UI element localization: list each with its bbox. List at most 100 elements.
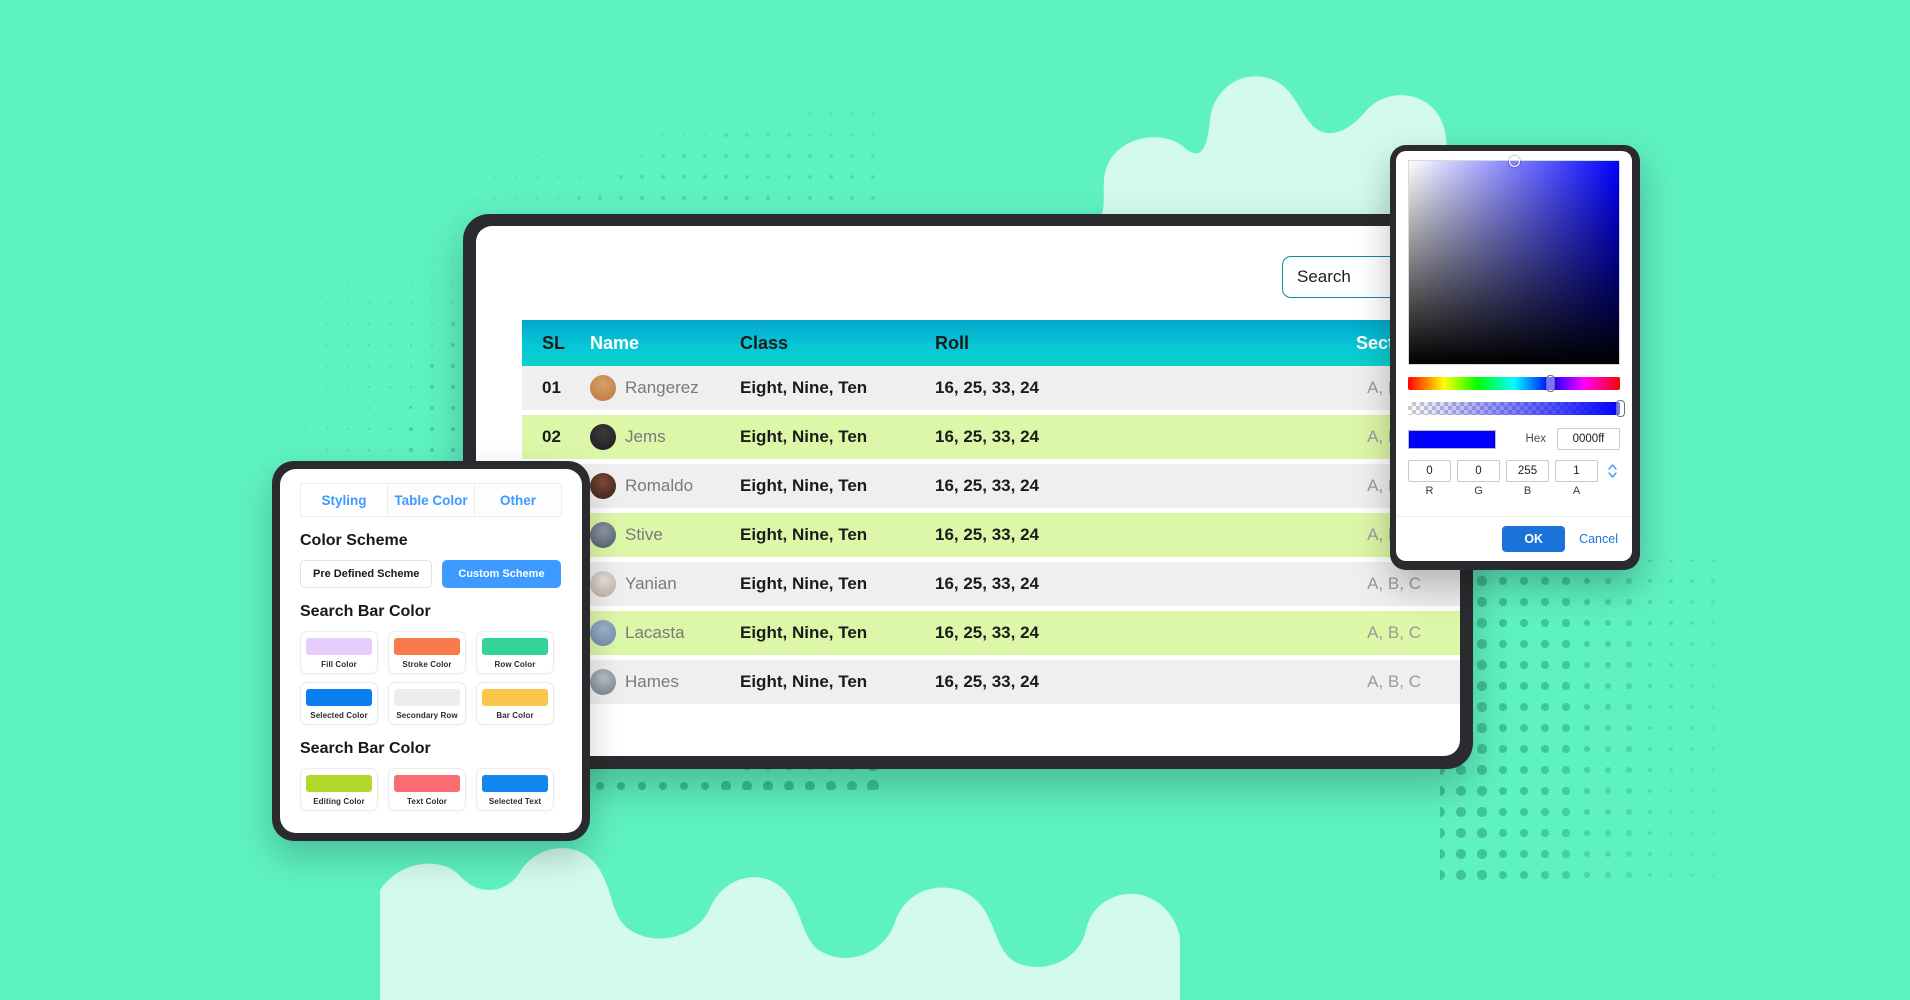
cell-roll: 16, 25, 33, 24 [935, 623, 1039, 642]
swatch-chip [482, 775, 548, 792]
chevron-updown-icon [1607, 464, 1617, 478]
swatch-label: Row Color [494, 660, 536, 669]
blue-input[interactable] [1506, 460, 1549, 482]
swatch-chip [306, 638, 372, 655]
custom-scheme-button[interactable]: Custom Scheme [442, 560, 561, 588]
table-row[interactable]: StiveEight, Nine, Ten16, 25, 33, 24A, B,… [522, 513, 1460, 557]
cancel-button[interactable]: Cancel [1579, 532, 1618, 546]
table-row[interactable]: 01 Rangerez Eight, Nine, Ten 16, 25, 33, 24… [522, 366, 1460, 410]
swatch-label: Editing Color [313, 797, 365, 806]
swatch-card-row-color[interactable]: Row Color [476, 631, 554, 674]
cell-class: Eight, Nine, Ten [740, 476, 868, 495]
swatch-card-secondary-row[interactable]: Secondary Row [388, 682, 466, 725]
swatch-card-fill-color[interactable]: Fill Color [300, 631, 378, 674]
hex-label: Hex [1525, 433, 1546, 445]
table-body: 01 Rangerez Eight, Nine, Ten 16, 25, 33, 24… [522, 366, 1460, 704]
cell-roll: 16, 25, 33, 24 [935, 378, 1039, 397]
cell-class: Eight, Nine, Ten [740, 427, 868, 446]
cell-name: Rangerez [590, 375, 740, 401]
swatch-card-stroke-color[interactable]: Stroke Color [388, 631, 466, 674]
table-row[interactable]: Hames Eight, Nine, Ten 16, 25, 33, 24 A, B,… [522, 660, 1460, 704]
tablet-screen: SL Name Class Roll Section 01 Rangerez Eig… [476, 226, 1460, 756]
alpha-slider-handle[interactable] [1615, 400, 1625, 417]
alpha-label: A [1572, 485, 1581, 497]
tab-other[interactable]: Other [475, 484, 561, 516]
table-row[interactable]: Romaldo Eight, Nine, Ten 16, 25, 33, 24 A, … [522, 464, 1460, 508]
channel-mode-stepper-icon[interactable] [1604, 460, 1620, 482]
cell-name: Lacasta [590, 620, 740, 646]
swatch-card-selected-text[interactable]: Selected Text [476, 768, 554, 811]
tab-styling[interactable]: Styling [301, 484, 388, 516]
hex-input[interactable] [1557, 428, 1620, 450]
hue-slider[interactable] [1408, 375, 1620, 392]
saturation-value-area[interactable] [1408, 155, 1620, 365]
swatch-label: Selected Text [488, 797, 542, 806]
channel-r: R [1408, 460, 1451, 497]
cell-name: Yanian [590, 571, 740, 597]
cell-roll: 16, 25, 33, 24 [935, 525, 1039, 544]
swatch-label: Text Color [407, 797, 447, 806]
student-name: Hames [625, 672, 679, 691]
cell-sl: 01 [542, 378, 561, 397]
cell-section: A, B, C [1367, 672, 1421, 691]
green-input[interactable] [1457, 460, 1500, 482]
color-picker-frame: Hex R G B A [1390, 145, 1640, 570]
swatch-label: Bar Color [496, 711, 534, 720]
cell-sl: 02 [542, 427, 561, 446]
saturation-handle[interactable] [1508, 155, 1520, 167]
tab-table-color[interactable]: Table Color [388, 484, 475, 516]
swatch-label: Secondary Row [396, 711, 458, 720]
column-header-sl: SL [542, 332, 566, 353]
swatch-row-2: Selected Color Secondary Row Bar Color [300, 682, 562, 725]
avatar-stive [590, 522, 616, 548]
cell-section: A, B, C [1367, 574, 1421, 593]
cell-name: Romaldo [590, 473, 740, 499]
student-name: Yanian [625, 574, 677, 593]
color-picker: Hex R G B A [1396, 151, 1632, 561]
table-row[interactable]: 02JemsEight, Nine, Ten16, 25, 33, 24A, B… [522, 415, 1460, 459]
swatch-card-text-color[interactable]: Text Color [388, 768, 466, 811]
hue-slider-handle[interactable] [1545, 375, 1555, 392]
red-label: R [1425, 485, 1434, 497]
cell-class: Eight, Nine, Ten [740, 574, 868, 593]
pre-defined-scheme-button[interactable]: Pre Defined Scheme [300, 560, 433, 588]
table-row[interactable]: Yanian Eight, Nine, Ten 16, 25, 33, 24 A, B… [522, 562, 1460, 606]
channel-g: G [1457, 460, 1500, 497]
cell-class: Eight, Nine, Ten [740, 378, 868, 397]
tablet-device-frame: SL Name Class Roll Section 01 Rangerez Eig… [463, 214, 1473, 769]
swatch-label: Selected Color [310, 711, 368, 720]
swatch-card-bar-color[interactable]: Bar Color [476, 682, 554, 725]
swatch-chip [394, 775, 460, 792]
cell-name: Jems [590, 424, 740, 450]
cell-roll: 16, 25, 33, 24 [935, 672, 1039, 691]
swatch-row-1: Fill Color Stroke Color Row Color [300, 631, 562, 674]
student-name: Rangerez [625, 378, 699, 397]
alpha-input[interactable] [1555, 460, 1598, 482]
cell-roll: 16, 25, 33, 24 [935, 427, 1039, 446]
swatch-card-editing-color[interactable]: Editing Color [300, 768, 378, 811]
halftone-dots-right [1434, 554, 1840, 902]
column-header-name: Name [590, 332, 640, 353]
table-row[interactable]: Lacasta Eight, Nine, Ten 16, 25, 33, 24 A, … [522, 611, 1460, 655]
table-header-row: SL Name Class Roll Section [522, 320, 1460, 366]
styling-panel: Styling Table Color Other Color Scheme P… [280, 469, 582, 833]
swatch-card-selected-color[interactable]: Selected Color [300, 682, 378, 725]
swatch-label: Fill Color [321, 660, 357, 669]
blue-label: B [1523, 485, 1532, 497]
color-picker-footer: OK Cancel [1396, 516, 1632, 561]
red-input[interactable] [1408, 460, 1451, 482]
cell-section: A, B, C [1367, 623, 1421, 642]
column-header-roll: Roll [935, 332, 969, 353]
ok-button[interactable]: OK [1502, 526, 1566, 552]
avatar-yanian [590, 571, 616, 597]
cell-class: Eight, Nine, Ten [740, 623, 868, 642]
avatar-hames [590, 669, 616, 695]
alpha-slider[interactable] [1408, 400, 1625, 417]
swatch-chip [394, 638, 460, 655]
styling-panel-tabs: Styling Table Color Other [300, 483, 562, 517]
swatch-chip [482, 689, 548, 706]
students-table: SL Name Class Roll Section 01 Rangerez Eig… [522, 320, 1460, 704]
swatch-row-3: Editing Color Text Color Selected Text [300, 768, 562, 811]
cell-roll: 16, 25, 33, 24 [935, 476, 1039, 495]
color-preview-swatch [1408, 429, 1496, 449]
